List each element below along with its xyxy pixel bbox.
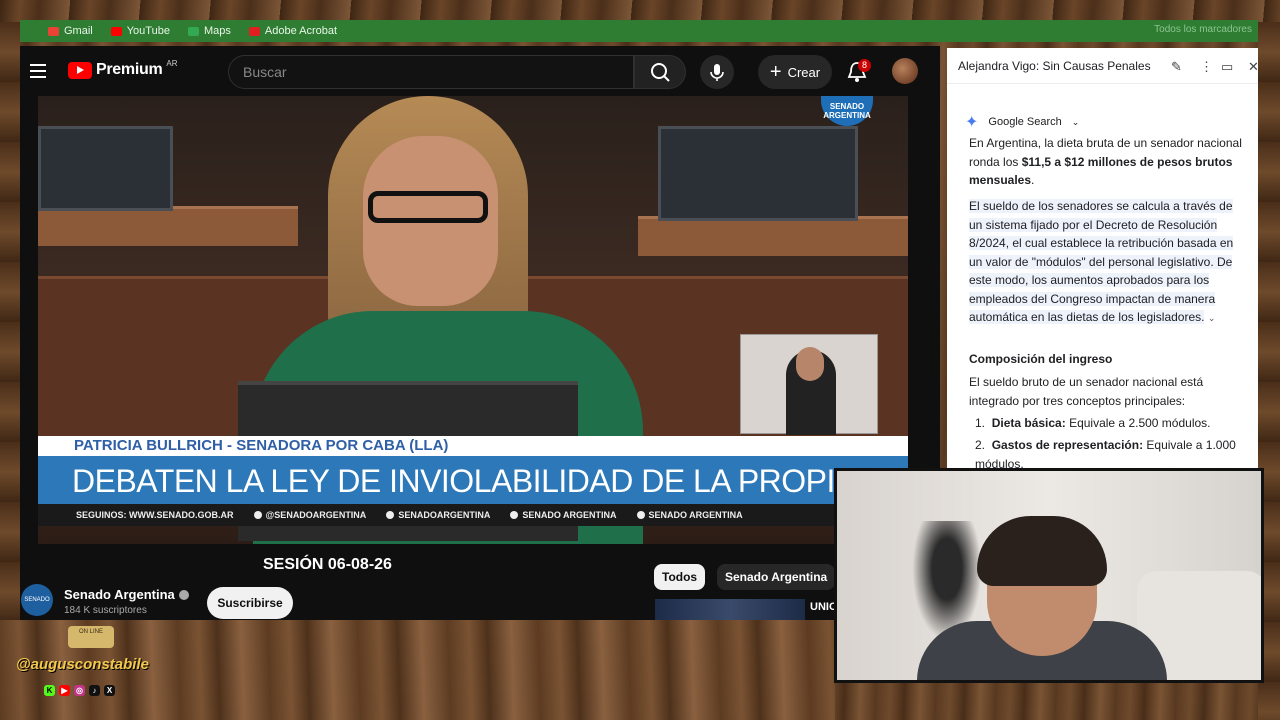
lower-third-headline: DEBATEN LA LEY DE INVIOLABILIDAD DE LA P… — [38, 456, 908, 504]
all-bookmarks-link[interactable]: Todos los marcadores — [1154, 24, 1252, 35]
answer-paragraph-1: En Argentina, la dieta bruta de un senad… — [969, 136, 1242, 187]
voice-search-button[interactable] — [700, 55, 734, 89]
create-button[interactable]: + Crear — [758, 55, 832, 89]
related-video-thumbnail[interactable] — [655, 599, 805, 620]
gmail-icon — [48, 26, 59, 36]
desk-monitor — [658, 126, 858, 221]
kick-icon: K — [44, 685, 55, 696]
video-player[interactable]: SENADO ARGENTINA PATRICIA BULLRICH - SEN… — [38, 96, 908, 544]
bookmark-maps[interactable]: Maps — [187, 25, 231, 37]
social-link: SENADOARGENTINA — [386, 510, 490, 520]
acrobat-icon — [248, 26, 260, 36]
panel-title: Alejandra Vigo: Sin Causas Penales — [958, 59, 1151, 73]
notification-badge: 8 — [858, 59, 872, 72]
verified-icon — [178, 590, 189, 600]
search-icon — [651, 63, 670, 82]
youtube-icon — [110, 26, 122, 36]
wood-frame-top — [0, 0, 1280, 22]
webcam-person-hair — [977, 516, 1107, 586]
answer-paragraph-3: El sueldo bruto de un senador nacional e… — [969, 375, 1204, 408]
sign-language-interpreter — [740, 334, 878, 435]
webcam-overlay — [834, 468, 1264, 683]
chip-channel[interactable]: Senado Argentina — [717, 564, 836, 590]
section-heading: Composición del ingreso — [969, 352, 1113, 366]
instagram-icon: ◎ — [74, 685, 85, 696]
senado-logo: SENADO ARGENTINA — [821, 96, 873, 126]
youtube-play-icon — [68, 61, 92, 79]
senate-desk — [38, 206, 298, 246]
youtube-window: Premium AR Buscar + Crear 8 SENADO ARGEN… — [20, 46, 940, 620]
channel-avatar[interactable]: SENADO — [21, 584, 53, 616]
maps-icon — [187, 26, 199, 36]
social-link: SENADO ARGENTINA — [510, 510, 617, 520]
list-item: 2. Gastos de representación: Equivale a … — [975, 438, 1236, 468]
wood-frame-left — [0, 22, 20, 622]
follow-label: SEGUINOS: WWW.SENADO.GOB.AR — [76, 510, 234, 520]
side-panel: Alejandra Vigo: Sin Causas Penales ✎ ⋮ ▭… — [947, 48, 1258, 468]
list-item: 1. Dieta básica: Equivale a 2.500 módulo… — [975, 416, 1211, 430]
panel-header: Alejandra Vigo: Sin Causas Penales ✎ ⋮ ▭… — [947, 48, 1258, 84]
answer-paragraph-2: El sueldo de los senadores se calcula a … — [969, 199, 1234, 324]
chip-all[interactable]: Todos — [654, 564, 706, 590]
social-link: SENADO ARGENTINA — [636, 510, 743, 520]
video-title: SESIÓN 06-08-26 — [263, 556, 392, 573]
streamer-handle: @augusconstabile — [16, 656, 149, 673]
source-selector[interactable]: ✦ Google Search ⌄ — [965, 112, 1079, 132]
channel-name[interactable]: Senado Argentina — [64, 587, 189, 602]
microphone-icon — [710, 64, 724, 81]
search-input[interactable]: Buscar — [228, 55, 634, 89]
x-icon: X — [104, 685, 115, 696]
bookmark-gmail[interactable]: Gmail — [48, 25, 93, 37]
streamer-branding: ON LINE @augusconstabile K ▶ ◎ ♪ X — [12, 624, 170, 704]
expand-chevron-icon[interactable]: ⌄ — [1208, 313, 1216, 323]
search-button[interactable] — [634, 55, 686, 89]
chevron-down-icon: ⌄ — [1071, 116, 1080, 127]
speaker-glasses — [368, 191, 488, 223]
interpreter-face — [796, 347, 824, 381]
open-in-tab-icon[interactable]: ▭ — [1221, 59, 1233, 75]
related-video-title[interactable]: UNIC — [810, 601, 837, 613]
desk-monitor — [38, 126, 173, 211]
hamburger-menu-icon[interactable] — [30, 64, 46, 78]
bookmark-acrobat[interactable]: Adobe Acrobat — [248, 25, 337, 37]
edit-icon[interactable]: ✎ — [1171, 59, 1182, 75]
senate-desk — [638, 216, 908, 256]
bookmarks-bar: Gmail YouTube Maps Adobe Acrobat Todos l… — [20, 20, 1258, 42]
youtube-logo[interactable]: Premium AR — [68, 59, 178, 79]
subscriber-count: 184 K suscriptores — [64, 605, 147, 616]
account-avatar[interactable] — [892, 58, 918, 84]
lower-third-socials: SEGUINOS: WWW.SENADO.GOB.AR @SENADOARGEN… — [38, 504, 908, 526]
social-icons: K ▶ ◎ ♪ X — [44, 685, 115, 696]
more-options-icon[interactable]: ⋮ — [1200, 59, 1213, 75]
close-icon[interactable]: ✕ — [1248, 59, 1258, 75]
youtube-icon: ▶ — [59, 685, 70, 696]
social-link: @SENADOARGENTINA — [253, 510, 366, 520]
subscribe-button[interactable]: Suscribirse — [207, 587, 293, 619]
bookmark-youtube[interactable]: YouTube — [110, 25, 170, 37]
lower-third-name: PATRICIA BULLRICH - SENADORA POR CABA (L… — [38, 436, 908, 456]
tiktok-icon: ♪ — [89, 685, 100, 696]
sparkle-icon: ✦ — [965, 114, 979, 131]
plus-icon: + — [769, 61, 782, 83]
online-badge: ON LINE — [68, 626, 114, 648]
